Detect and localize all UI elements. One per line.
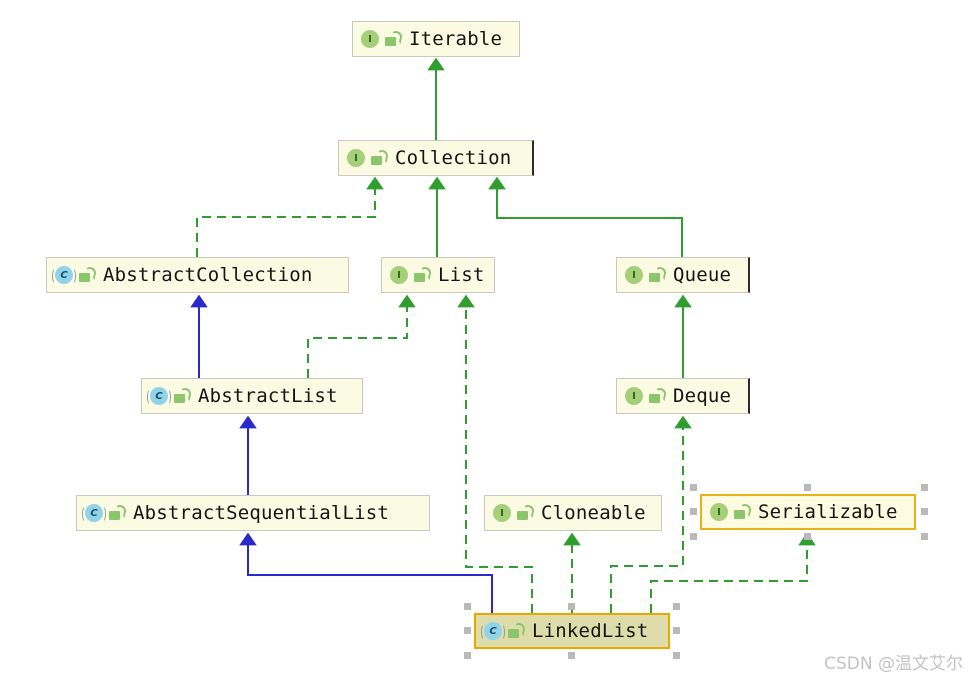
- selection-handle-serializable-n[interactable]: [804, 484, 811, 491]
- node-abstractsequentiallist[interactable]: C AbstractSequentialList: [76, 495, 430, 531]
- node-abstractcollection[interactable]: C AbstractCollection: [46, 257, 349, 293]
- node-linkedlist[interactable]: C LinkedList: [474, 613, 670, 649]
- interface-icon: I: [709, 502, 729, 522]
- interface-icon: I: [360, 29, 380, 49]
- unlocked-padlock-icon: [79, 265, 98, 283]
- abstract-class-icon: C: [52, 265, 76, 285]
- node-iterable[interactable]: I Iterable: [352, 21, 520, 57]
- selection-handle-serializable-ne[interactable]: [921, 484, 928, 491]
- node-deque[interactable]: I Deque: [616, 378, 750, 414]
- node-label: Queue: [673, 264, 732, 286]
- selection-handle-serializable-w[interactable]: [690, 508, 697, 515]
- selection-handle-linkedlist-n[interactable]: [568, 603, 575, 610]
- node-label: Cloneable: [541, 502, 646, 524]
- node-serializable[interactable]: I Serializable: [700, 494, 916, 530]
- node-list[interactable]: I List: [381, 257, 495, 293]
- selection-handle-linkedlist-sw[interactable]: [464, 652, 471, 659]
- abstract-class-icon: C: [82, 503, 106, 523]
- edge-linkedlist-abstractsequentiallist[interactable]: [239, 532, 493, 613]
- selection-handle-linkedlist-ne[interactable]: [673, 603, 680, 610]
- selection-handle-serializable-nw[interactable]: [690, 484, 697, 491]
- unlocked-padlock-icon: [734, 502, 753, 520]
- csdn-watermark: CSDN @温文艾尔: [824, 654, 963, 674]
- unlocked-padlock-icon: [385, 29, 404, 47]
- selection-handle-serializable-sw[interactable]: [690, 533, 697, 540]
- node-collection[interactable]: I Collection: [338, 140, 534, 176]
- node-label: List: [438, 264, 485, 286]
- edge-abstractlist-list[interactable]: [307, 294, 416, 378]
- selection-handle-linkedlist-se[interactable]: [673, 652, 680, 659]
- selection-handle-linkedlist-nw[interactable]: [464, 603, 471, 610]
- selection-handle-serializable-se[interactable]: [921, 533, 928, 540]
- selection-handle-linkedlist-s[interactable]: [568, 652, 575, 659]
- edge-linkedlist-list[interactable]: [457, 294, 533, 613]
- abstract-class-icon: C: [147, 386, 171, 406]
- node-label: Collection: [395, 147, 512, 169]
- unlocked-padlock-icon: [371, 148, 390, 166]
- interface-icon: I: [492, 503, 512, 523]
- connector-layer: [190, 57, 816, 613]
- abstract-class-icon: C: [481, 621, 505, 641]
- node-abstractlist[interactable]: C AbstractList: [141, 378, 363, 414]
- selection-handle-linkedlist-w[interactable]: [464, 627, 471, 634]
- edge-queue-collection[interactable]: [488, 176, 683, 257]
- unlocked-padlock-icon: [649, 265, 668, 283]
- unlocked-padlock-icon: [649, 386, 668, 404]
- uml-class-diagram-canvas: I Iterable I Collection C AbstractCollec…: [0, 0, 975, 686]
- node-label: AbstractSequentialList: [133, 502, 390, 524]
- node-cloneable[interactable]: I Cloneable: [484, 495, 662, 531]
- node-label: Iterable: [409, 28, 503, 50]
- node-queue[interactable]: I Queue: [616, 257, 750, 293]
- node-label: LinkedList: [532, 620, 649, 642]
- node-label: AbstractCollection: [103, 264, 313, 286]
- selection-handle-serializable-s[interactable]: [804, 533, 811, 540]
- edge-abstractcollection-collection[interactable]: [196, 176, 384, 257]
- unlocked-padlock-icon: [174, 386, 193, 404]
- node-label: Deque: [673, 385, 732, 407]
- interface-icon: I: [346, 148, 366, 168]
- unlocked-padlock-icon: [109, 503, 128, 521]
- node-label: Serializable: [758, 501, 898, 523]
- unlocked-padlock-icon: [414, 265, 433, 283]
- node-label: AbstractList: [198, 385, 338, 407]
- selection-handle-linkedlist-e[interactable]: [673, 627, 680, 634]
- unlocked-padlock-icon: [517, 503, 536, 521]
- selection-handle-serializable-e[interactable]: [921, 508, 928, 515]
- interface-icon: I: [389, 265, 409, 285]
- interface-icon: I: [624, 386, 644, 406]
- interface-icon: I: [624, 265, 644, 285]
- unlocked-padlock-icon: [508, 621, 527, 639]
